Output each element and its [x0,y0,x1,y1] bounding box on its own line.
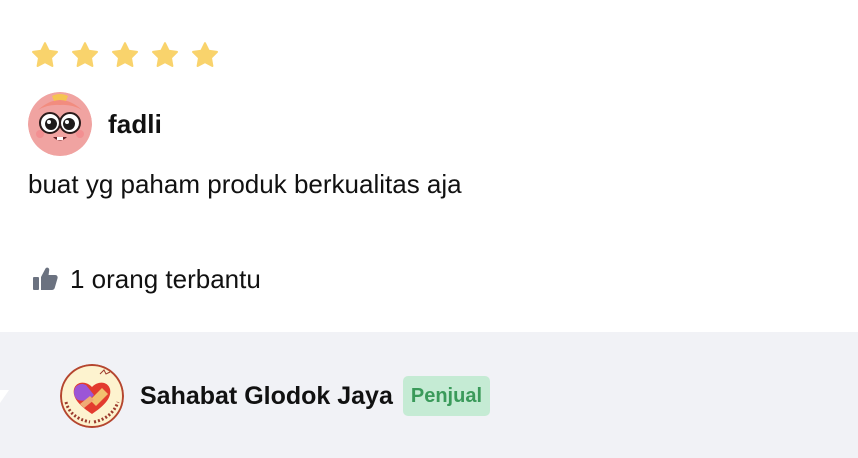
star-icon [70,40,100,70]
seller-logo[interactable] [60,364,124,428]
seller-badge: Penjual [402,376,491,416]
rating-stars [30,40,220,70]
seller-info: Sahabat Glodok Jaya Penjual [60,364,491,428]
thumbs-up-icon [30,264,60,294]
avatar[interactable] [28,92,92,156]
star-icon [30,40,60,70]
seller-reply: Sahabat Glodok Jaya Penjual [0,332,858,458]
reviewer-name[interactable]: fadli [108,109,162,140]
reviewer: fadli [28,91,162,157]
star-icon [190,40,220,70]
review-card: fadli buat yg paham produk berkualitas a… [0,0,858,332]
star-icon [150,40,180,70]
helpful-button[interactable]: 1 orang terbantu [30,261,261,297]
star-icon [110,40,140,70]
seller-name[interactable]: Sahabat Glodok Jaya [140,382,393,411]
reply-pointer [0,390,9,416]
review-text: buat yg paham produk berkualitas aja [28,169,462,199]
helpful-count-text: 1 orang terbantu [70,263,261,294]
